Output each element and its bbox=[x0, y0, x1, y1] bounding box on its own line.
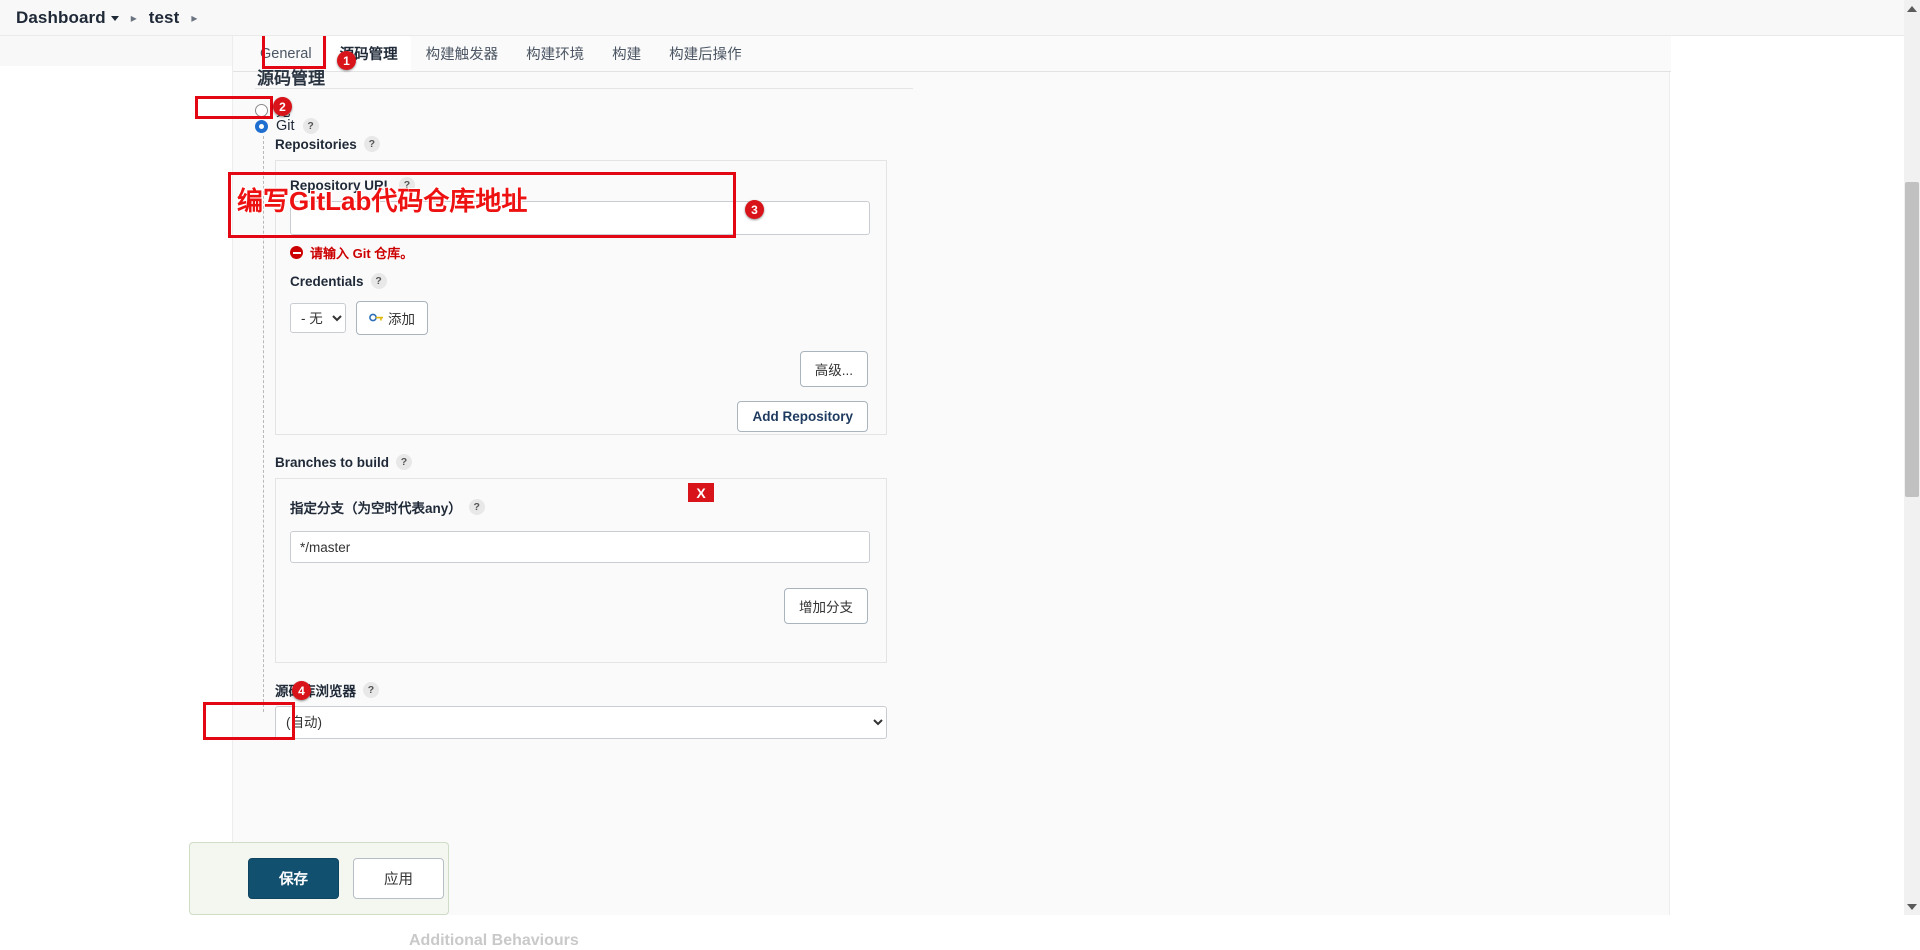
label-branch-specifier-text: 指定分支（为空时代表any） bbox=[290, 501, 462, 516]
label-repository-url: Repository URL ? bbox=[290, 177, 416, 193]
help-icon-repository-browser[interactable]: ? bbox=[363, 682, 379, 698]
label-branch-specifier: 指定分支（为空时代表any） ? bbox=[290, 497, 485, 517]
annotation-marker-4: 4 bbox=[292, 681, 311, 700]
radio-indicator-git[interactable] bbox=[255, 119, 268, 133]
label-branches-to-build: Branches to build ? bbox=[275, 454, 413, 470]
label-repository-browser-text: 源码库浏览器 bbox=[275, 684, 356, 699]
advanced-button[interactable]: 高级... bbox=[799, 351, 868, 387]
label-additional-behaviours: Additional Behaviours bbox=[409, 932, 579, 949]
left-gutter bbox=[0, 36, 232, 66]
section-title-scm: 源码管理 bbox=[257, 69, 325, 88]
annotation-marker-1: 1 bbox=[337, 51, 356, 70]
breadcrumb-item-dashboard[interactable]: Dashboard bbox=[16, 8, 119, 28]
scroll-down-arrow-icon[interactable] bbox=[1904, 898, 1920, 915]
tab-post-build[interactable]: 构建后操作 bbox=[656, 36, 755, 71]
branches-panel: 指定分支（为空时代表any） ? 增加分支 bbox=[275, 478, 887, 663]
tab-build-triggers[interactable]: 构建触发器 bbox=[413, 36, 512, 71]
help-icon-repositories[interactable]: ? bbox=[363, 136, 380, 152]
radio-indicator-none[interactable] bbox=[255, 104, 268, 117]
vertical-scrollbar[interactable] bbox=[1904, 0, 1920, 915]
section-divider bbox=[255, 88, 913, 89]
chevron-down-icon[interactable] bbox=[110, 15, 119, 21]
annotation-marker-3: 3 bbox=[745, 200, 764, 219]
radio-scm-git[interactable]: Git ? bbox=[255, 118, 319, 134]
form-action-bar: 保存 应用 bbox=[189, 842, 449, 915]
breadcrumb-label-dashboard: Dashboard bbox=[16, 7, 106, 27]
repository-url-error-text: 请输入 Git 仓库。 bbox=[310, 246, 414, 261]
page-body: General 源码管理 构建触发器 构建环境 构建 构建后操作 源码管理 无 … bbox=[0, 36, 1920, 949]
tab-build[interactable]: 构建 bbox=[599, 36, 654, 71]
add-branch-button[interactable]: 增加分支 bbox=[784, 588, 868, 624]
label-repositories: Repositories ? bbox=[275, 136, 380, 152]
help-icon-branch-specifier[interactable]: ? bbox=[468, 499, 485, 515]
radio-label-git: Git bbox=[276, 118, 295, 134]
label-credentials: Credentials ? bbox=[290, 273, 387, 289]
key-icon bbox=[369, 310, 384, 326]
annotation-x-marker: X bbox=[688, 483, 714, 502]
error-icon bbox=[290, 246, 303, 259]
help-icon-branches[interactable]: ? bbox=[396, 454, 413, 470]
repository-browser-select[interactable]: (自动) bbox=[275, 706, 887, 739]
repository-url-input[interactable] bbox=[290, 201, 870, 235]
save-button[interactable]: 保存 bbox=[248, 858, 339, 899]
repository-url-error: 请输入 Git 仓库。 bbox=[290, 243, 413, 262]
help-icon-credentials[interactable]: ? bbox=[370, 273, 387, 289]
annotation-marker-2: 2 bbox=[273, 97, 292, 116]
branch-specifier-input[interactable] bbox=[290, 531, 870, 563]
label-branches-to-build-text: Branches to build bbox=[275, 454, 390, 470]
breadcrumb-item-test[interactable]: test bbox=[149, 8, 180, 28]
breadcrumb-label-test: test bbox=[148, 7, 180, 27]
add-credentials-button[interactable]: 添加 bbox=[356, 301, 428, 335]
help-icon-repository-url[interactable]: ? bbox=[399, 177, 416, 193]
breadcrumb-separator-2: ▸ bbox=[191, 10, 198, 25]
add-repository-button[interactable]: Add Repository bbox=[737, 401, 868, 432]
add-credentials-label: 添加 bbox=[388, 312, 415, 327]
label-repository-browser: 源码库浏览器 ? bbox=[275, 680, 379, 700]
help-icon-git[interactable]: ? bbox=[302, 118, 319, 134]
scrollbar-thumb[interactable] bbox=[1905, 182, 1919, 497]
credentials-select[interactable]: - 无 - bbox=[290, 303, 346, 333]
scroll-up-arrow-icon[interactable] bbox=[1904, 0, 1920, 17]
tab-build-environment[interactable]: 构建环境 bbox=[513, 36, 597, 71]
job-config-card: General 源码管理 构建触发器 构建环境 构建 构建后操作 源码管理 无 … bbox=[189, 36, 1671, 949]
label-repository-url-text: Repository URL bbox=[290, 177, 393, 193]
indent-rail bbox=[263, 136, 264, 712]
breadcrumb: Dashboard ▸ test ▸ bbox=[0, 0, 1920, 36]
label-repositories-text: Repositories bbox=[275, 136, 357, 152]
apply-button[interactable]: 应用 bbox=[353, 858, 444, 899]
breadcrumb-separator-1: ▸ bbox=[130, 10, 137, 25]
config-tab-bar: General 源码管理 构建触发器 构建环境 构建 构建后操作 bbox=[233, 36, 1671, 72]
repository-panel: Repository URL ? 请输入 Git 仓库。 Credentials… bbox=[275, 160, 887, 435]
label-credentials-text: Credentials bbox=[290, 273, 364, 289]
